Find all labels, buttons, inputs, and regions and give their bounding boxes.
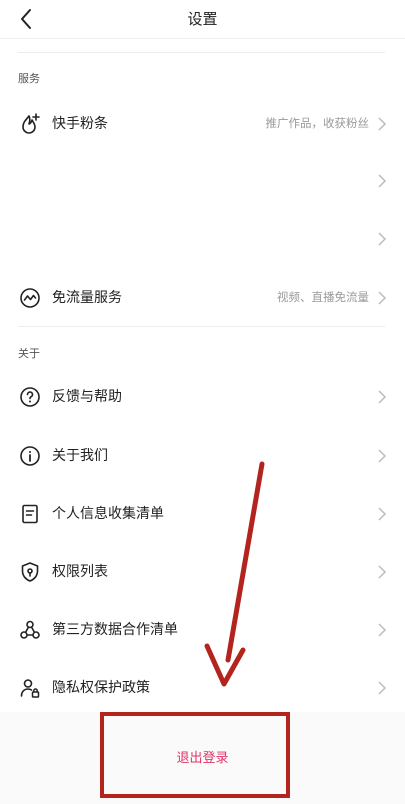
- settings-item-free-data[interactable]: 免流量服务 视频、直播免流量: [0, 274, 405, 322]
- user-lock-icon: [20, 679, 40, 698]
- flame-plus-icon: [22, 113, 40, 134]
- settings-item-label: 关于我们: [52, 448, 108, 464]
- settings-item-label: 免流量服务: [52, 290, 122, 306]
- settings-item-fans[interactable]: 快手粉条 推广作品，收获粉丝: [0, 100, 405, 148]
- chevron-right-icon: [378, 623, 387, 637]
- chevron-right-icon: [378, 507, 387, 521]
- settings-item-desc: 视频、直播免流量: [277, 290, 369, 304]
- share-nodes-icon: [20, 620, 40, 639]
- chevron-right-icon: [378, 232, 387, 246]
- settings-item-label: 隐私权保护政策: [52, 680, 150, 696]
- settings-item-label: 权限列表: [52, 564, 108, 580]
- settings-item-blank-2[interactable]: [0, 215, 405, 263]
- settings-item-label: 第三方数据合作清单: [52, 622, 178, 638]
- settings-item-feedback[interactable]: 反馈与帮助: [0, 373, 405, 421]
- chevron-right-icon: [378, 449, 387, 463]
- settings-item-about-us[interactable]: 关于我们: [0, 432, 405, 480]
- chevron-right-icon: [378, 681, 387, 695]
- header-bar: 设置: [0, 0, 405, 39]
- settings-item-label: 快手粉条: [52, 116, 108, 132]
- settings-item-label: 反馈与帮助: [52, 389, 122, 405]
- section-label-service: 服务: [18, 72, 40, 85]
- section-label-about: 关于: [18, 347, 40, 360]
- chevron-right-icon: [378, 291, 387, 305]
- chevron-right-icon: [378, 174, 387, 188]
- settings-item-personal-info[interactable]: 个人信息收集清单: [0, 490, 405, 538]
- page-title: 设置: [187, 10, 218, 28]
- settings-item-label: 个人信息收集清单: [52, 506, 164, 522]
- settings-item-third-party[interactable]: 第三方数据合作清单: [0, 606, 405, 654]
- shield-icon: [21, 562, 39, 582]
- divider: [18, 52, 385, 53]
- annotation-highlight-box: [100, 712, 290, 798]
- settings-item-permissions[interactable]: 权限列表: [0, 548, 405, 596]
- free-data-icon: [20, 288, 40, 308]
- chevron-right-icon: [378, 565, 387, 579]
- chevron-right-icon: [378, 390, 387, 404]
- divider: [18, 326, 385, 327]
- document-list-icon: [22, 504, 38, 524]
- chevron-right-icon: [378, 117, 387, 131]
- settings-item-blank-1[interactable]: [0, 157, 405, 205]
- info-circle-icon: [20, 446, 40, 466]
- question-circle-icon: [20, 387, 40, 407]
- settings-item-desc: 推广作品，收获粉丝: [265, 116, 370, 130]
- settings-item-privacy[interactable]: 隐私权保护政策: [0, 664, 405, 712]
